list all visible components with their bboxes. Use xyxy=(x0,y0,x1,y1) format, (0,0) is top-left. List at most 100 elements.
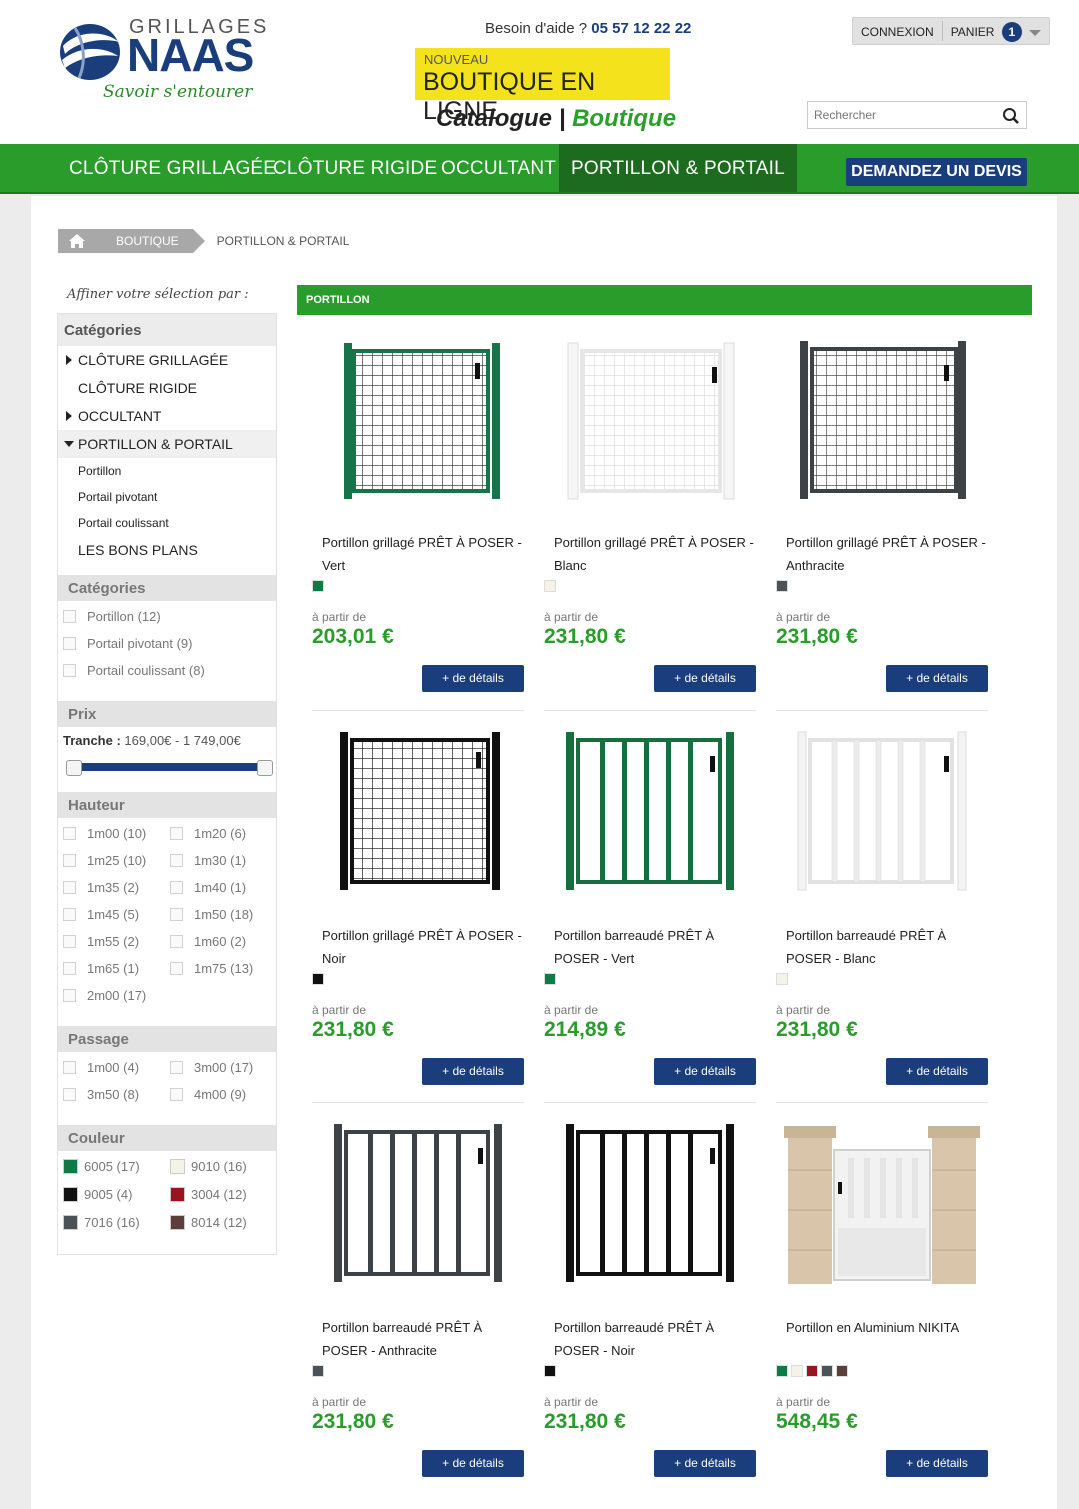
nav-item-occultant[interactable]: OCCULTANT xyxy=(441,144,556,192)
price-slider-min-handle[interactable] xyxy=(66,760,82,776)
checkbox[interactable] xyxy=(63,989,76,1002)
search-input[interactable] xyxy=(808,102,988,128)
filter-height[interactable]: 1m00 (10) xyxy=(63,826,146,841)
filter-color-9010[interactable]: 9010 (16) xyxy=(170,1159,247,1174)
category-portillon-portail[interactable]: PORTILLON & PORTAIL xyxy=(58,430,276,458)
category-occultant[interactable]: OCCULTANT xyxy=(58,402,276,430)
quote-request-button[interactable]: DEMANDEZ UN DEVIS xyxy=(846,158,1027,186)
filter-height[interactable]: 1m30 (1) xyxy=(170,853,246,868)
filter-passage[interactable]: 4m00 (9) xyxy=(170,1087,246,1102)
filter-height[interactable]: 1m65 (1) xyxy=(63,961,139,976)
breadcrumb-shop[interactable]: BOUTIQUE xyxy=(96,229,205,253)
product-image[interactable] xyxy=(312,1110,524,1292)
details-button[interactable]: + de détails xyxy=(422,665,524,692)
checkbox[interactable] xyxy=(170,854,183,867)
color-swatch[interactable] xyxy=(776,973,788,985)
checkbox[interactable] xyxy=(63,854,76,867)
filter-portail-pivotant[interactable]: Portail pivotant (9) xyxy=(63,636,193,651)
filter-height[interactable]: 1m60 (2) xyxy=(170,934,246,949)
product-image[interactable] xyxy=(544,718,756,900)
checkbox[interactable] xyxy=(170,935,183,948)
color-swatch[interactable] xyxy=(63,1187,78,1202)
filter-color-3004[interactable]: 3004 (12) xyxy=(170,1187,247,1202)
category-cloture-rigide[interactable]: CLÔTURE RIGIDE xyxy=(58,374,276,402)
color-swatch[interactable] xyxy=(776,1365,788,1377)
color-swatch[interactable] xyxy=(312,973,324,985)
nav-item-cloture-rigide[interactable]: CLÔTURE RIGIDE xyxy=(273,144,437,192)
color-swatch[interactable] xyxy=(63,1215,78,1230)
cart-button[interactable]: PANIER 1 xyxy=(943,18,1049,44)
product-name[interactable]: Portillon grillagé PRÊT À POSER - Blanc xyxy=(554,531,754,577)
checkbox[interactable] xyxy=(63,1061,76,1074)
boutique-link[interactable]: Boutique xyxy=(572,105,676,132)
color-swatch[interactable] xyxy=(170,1215,185,1230)
checkbox[interactable] xyxy=(63,610,76,623)
checkbox[interactable] xyxy=(63,935,76,948)
product-name[interactable]: Portillon barreaudé PRÊT À POSER - Anthr… xyxy=(322,1316,522,1362)
product-image[interactable] xyxy=(312,718,524,900)
product-image[interactable] xyxy=(544,1110,756,1292)
product-name[interactable]: Portillon grillagé PRÊT À POSER - Vert xyxy=(322,531,522,577)
promo-banner[interactable]: NOUVEAU BOUTIQUE EN LIGNE xyxy=(415,48,670,125)
subcategory-portail-coulissant[interactable]: Portail coulissant xyxy=(78,516,169,530)
color-swatch[interactable] xyxy=(63,1159,78,1174)
color-swatch[interactable] xyxy=(791,1365,803,1377)
color-swatch[interactable] xyxy=(170,1187,185,1202)
details-button[interactable]: + de détails xyxy=(886,665,988,692)
checkbox[interactable] xyxy=(63,827,76,840)
filter-height[interactable]: 1m20 (6) xyxy=(170,826,246,841)
product-image[interactable] xyxy=(312,325,524,507)
filter-height[interactable]: 2m00 (17) xyxy=(63,988,146,1003)
search-icon[interactable] xyxy=(1002,107,1020,125)
filter-height[interactable]: 1m35 (2) xyxy=(63,880,139,895)
product-image[interactable] xyxy=(544,325,756,507)
color-swatch[interactable] xyxy=(806,1365,818,1377)
breadcrumb-home[interactable] xyxy=(58,229,96,253)
subcategory-portail-pivotant[interactable]: Portail pivotant xyxy=(78,490,157,504)
filter-portail-coulissant[interactable]: Portail coulissant (8) xyxy=(63,663,205,678)
details-button[interactable]: + de détails xyxy=(886,1450,988,1477)
product-image[interactable] xyxy=(776,718,988,900)
product-name[interactable]: Portillon en Aluminium NIKITA xyxy=(786,1316,986,1339)
color-swatch[interactable] xyxy=(544,1365,556,1377)
nav-item-portillon-portail[interactable]: PORTILLON & PORTAIL xyxy=(559,144,797,192)
details-button[interactable]: + de détails xyxy=(886,1058,988,1085)
product-image[interactable] xyxy=(776,1110,988,1292)
filter-portillon[interactable]: Portillon (12) xyxy=(63,609,161,624)
login-button[interactable]: CONNEXION xyxy=(853,18,942,44)
filter-color-8014[interactable]: 8014 (12) xyxy=(170,1215,247,1230)
filter-height[interactable]: 1m50 (18) xyxy=(170,907,253,922)
filter-color-7016[interactable]: 7016 (16) xyxy=(63,1215,140,1230)
checkbox[interactable] xyxy=(63,881,76,894)
filter-passage[interactable]: 1m00 (4) xyxy=(63,1060,139,1075)
details-button[interactable]: + de détails xyxy=(422,1450,524,1477)
checkbox[interactable] xyxy=(170,1088,183,1101)
filter-height[interactable]: 1m25 (10) xyxy=(63,853,146,868)
checkbox[interactable] xyxy=(63,637,76,650)
product-name[interactable]: Portillon grillagé PRÊT À POSER - Anthra… xyxy=(786,531,986,577)
color-swatch[interactable] xyxy=(312,1365,324,1377)
filter-passage[interactable]: 3m00 (17) xyxy=(170,1060,253,1075)
help-phone[interactable]: 05 57 12 22 22 xyxy=(591,20,691,37)
filter-height[interactable]: 1m55 (2) xyxy=(63,934,139,949)
color-swatch[interactable] xyxy=(544,580,556,592)
filter-height[interactable]: 1m45 (5) xyxy=(63,907,139,922)
nav-item-cloture-grillagee[interactable]: CLÔTURE GRILLAGÉE xyxy=(69,144,276,192)
category-cloture-grillagee[interactable]: CLÔTURE GRILLAGÉE xyxy=(58,346,276,374)
catalog-link[interactable]: Catalogue xyxy=(436,105,552,132)
site-logo[interactable]: GRILLAGES NAAS Savoir s'entourer xyxy=(55,14,275,106)
details-button[interactable]: + de détails xyxy=(654,1450,756,1477)
color-swatch[interactable] xyxy=(776,580,788,592)
product-name[interactable]: Portillon barreaudé PRÊT À POSER - Noir xyxy=(554,1316,754,1362)
details-button[interactable]: + de détails xyxy=(422,1058,524,1085)
filter-color-9005[interactable]: 9005 (4) xyxy=(63,1187,132,1202)
checkbox[interactable] xyxy=(170,962,183,975)
color-swatch[interactable] xyxy=(312,580,324,592)
color-swatch[interactable] xyxy=(836,1365,848,1377)
price-slider-max-handle[interactable] xyxy=(257,760,273,776)
checkbox[interactable] xyxy=(170,1061,183,1074)
product-name[interactable]: Portillon grillagé PRÊT À POSER - Noir xyxy=(322,924,522,970)
checkbox[interactable] xyxy=(63,664,76,677)
subcategory-portillon[interactable]: Portillon xyxy=(78,464,121,478)
category-bons-plans[interactable]: LES BONS PLANS xyxy=(58,536,276,564)
